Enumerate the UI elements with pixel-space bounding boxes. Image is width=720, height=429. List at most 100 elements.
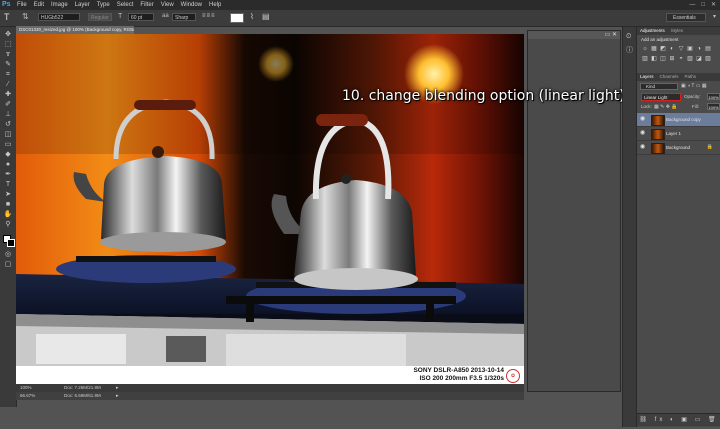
history-brush-tool-icon[interactable]: ↺ — [3, 121, 13, 129]
layer-thumbnail — [651, 143, 665, 154]
text-orientation-icon[interactable]: ⇅ — [22, 12, 29, 21]
history-panel-icon[interactable]: ⏲ — [626, 33, 631, 41]
text-color-swatch[interactable] — [230, 13, 244, 23]
zoom-tool-icon[interactable]: ⚲ — [3, 221, 13, 229]
second-status-menu-icon[interactable]: ▸ — [116, 392, 119, 400]
menu-edit[interactable]: Edit — [34, 0, 44, 10]
eyedropper-tool-icon[interactable]: ⁄ — [3, 81, 13, 89]
photo-filter-icon[interactable]: ▥ — [641, 55, 649, 63]
screen-mode-icon[interactable]: ▢ — [3, 261, 13, 269]
layer-row[interactable]: ◉ Layer 1 — [637, 127, 720, 141]
opacity-input[interactable]: 100% — [707, 93, 720, 100]
exposure-icon[interactable]: ◐ — [668, 45, 676, 53]
blur-tool-icon[interactable]: ◆ — [3, 151, 13, 159]
healing-tool-icon[interactable]: ✚ — [3, 91, 13, 99]
levels-icon[interactable]: ▦ — [650, 45, 658, 53]
hue-saturation-icon[interactable]: ▣ — [686, 45, 694, 53]
second-document-window[interactable]: ▭ ✕ — [527, 30, 621, 392]
window-control-icon[interactable]: ▭ ✕ — [605, 31, 617, 39]
tab-styles[interactable]: Styles — [671, 27, 683, 35]
vibrance-icon[interactable]: ▽ — [677, 45, 685, 53]
workspace-select[interactable]: Essentials — [666, 13, 706, 22]
kind-label: Kind — [646, 84, 656, 89]
pen-tool-icon[interactable]: ✒ — [3, 171, 13, 179]
shape-tool-icon[interactable]: ■ — [3, 201, 13, 209]
marquee-tool-icon[interactable]: ⬚ — [3, 41, 13, 49]
chevron-down-icon[interactable]: ▾ — [713, 13, 716, 20]
add-adjustment-label: Add an adjustment — [641, 37, 679, 42]
close-icon[interactable]: ✕ — [711, 0, 716, 10]
minimize-icon[interactable]: — — [689, 0, 695, 10]
lasso-tool-icon[interactable]: ɤ — [3, 51, 13, 59]
layer-row[interactable]: ◉ Background copy — [637, 113, 720, 127]
font-style-select[interactable]: Regular — [88, 13, 112, 21]
font-size-icon: T — [118, 13, 123, 20]
character-panel-icon[interactable]: ▤ — [262, 12, 270, 21]
menu-view[interactable]: View — [161, 0, 174, 10]
second-zoom-level[interactable]: 66.67% — [20, 392, 35, 400]
stamp-tool-icon[interactable]: ⊥ — [3, 111, 13, 119]
status-menu-icon[interactable]: ▸ — [116, 384, 119, 392]
warp-text-icon[interactable]: ⌇ — [250, 12, 254, 21]
document-tab[interactable]: DSC01330_resized.jpg @ 100% (Background … — [16, 26, 134, 34]
eye-icon[interactable]: ◉ — [640, 113, 645, 126]
path-select-tool-icon[interactable]: ➤ — [3, 191, 13, 199]
antialias-select[interactable]: Sharp — [172, 13, 196, 21]
layer-row[interactable]: ◉ Background 🔒 — [637, 141, 720, 155]
type-tool-icon[interactable]: T — [3, 181, 13, 189]
quick-mask-icon[interactable]: ◎ — [3, 251, 13, 259]
quick-select-tool-icon[interactable]: ✎ — [3, 61, 13, 69]
brightness-icon[interactable]: ☼ — [641, 45, 649, 53]
hand-tool-icon[interactable]: ✋ — [3, 211, 13, 219]
font-family-select[interactable]: HUGb522 — [38, 13, 80, 21]
type-tool-icon[interactable]: T — [4, 12, 10, 22]
menu-type[interactable]: Type — [97, 0, 110, 10]
maximize-icon[interactable]: □ — [701, 0, 705, 10]
channel-mixer-icon[interactable]: ◧ — [650, 55, 658, 63]
menu-bar: Ps File Edit Image Layer Type Select Fil… — [0, 0, 720, 10]
layers-tabs: Layers Channels Paths — [637, 73, 720, 81]
blend-mode-select[interactable]: Linear Light — [641, 93, 681, 101]
menu-filter[interactable]: Filter — [140, 0, 153, 10]
menu-file[interactable]: File — [17, 0, 27, 10]
doc-size-info: Doc: 7.26M/21.8M — [64, 385, 101, 390]
black-white-icon[interactable]: ▤ — [704, 45, 712, 53]
background-color-swatch[interactable] — [7, 239, 15, 247]
layers-footer-icons[interactable]: ⛓ fx ◐ ▣ ▭ 🗑 — [637, 413, 720, 426]
crop-tool-icon[interactable]: ⌗ — [3, 71, 13, 79]
layer-filter-kind[interactable]: Kind — [640, 83, 678, 90]
tab-paths[interactable]: Paths — [685, 73, 697, 81]
threshold-icon[interactable]: ▧ — [686, 55, 694, 63]
lock-icons[interactable]: ▦ ✎ ✥ 🔒 — [654, 103, 678, 111]
font-size-select[interactable]: 60 pt — [128, 13, 154, 21]
eye-icon[interactable]: ◉ — [640, 141, 645, 154]
eye-icon[interactable]: ◉ — [640, 127, 645, 140]
tab-channels[interactable]: Channels — [660, 73, 679, 81]
fill-input[interactable]: 100% — [707, 103, 720, 110]
menu-layer[interactable]: Layer — [75, 0, 90, 10]
gradient-tool-icon[interactable]: ▭ — [3, 141, 13, 149]
selective-color-icon[interactable]: ▨ — [704, 55, 712, 63]
document-canvas[interactable] — [16, 34, 524, 384]
posterize-icon[interactable]: ◓ — [677, 55, 685, 63]
filter-icons[interactable]: ▣ ◑ T ▭ ▦ — [681, 83, 707, 89]
color-lookup-icon[interactable]: ◫ — [659, 55, 667, 63]
brush-tool-icon[interactable]: ✐ — [3, 101, 13, 109]
color-balance-icon[interactable]: ◑ — [695, 45, 703, 53]
move-tool-icon[interactable]: ✥ — [3, 31, 13, 39]
gradient-map-icon[interactable]: ◪ — [695, 55, 703, 63]
menu-select[interactable]: Select — [117, 0, 134, 10]
menu-window[interactable]: Window — [181, 0, 202, 10]
curves-icon[interactable]: ◩ — [659, 45, 667, 53]
menu-image[interactable]: Image — [51, 0, 68, 10]
eraser-tool-icon[interactable]: ◫ — [3, 131, 13, 139]
invert-icon[interactable]: ⊞ — [668, 55, 676, 63]
align-buttons-icon[interactable]: ≡≡≡ — [202, 13, 216, 19]
dodge-tool-icon[interactable]: ● — [3, 161, 13, 169]
tab-adjustments[interactable]: Adjustments — [640, 27, 665, 35]
zoom-level[interactable]: 100% — [20, 384, 32, 392]
tab-layers[interactable]: Layers — [640, 73, 654, 81]
menu-help[interactable]: Help — [209, 0, 221, 10]
properties-panel-icon[interactable]: ⓘ — [626, 45, 633, 55]
menu-list: File Edit Image Layer Type Select Filter… — [17, 0, 221, 10]
